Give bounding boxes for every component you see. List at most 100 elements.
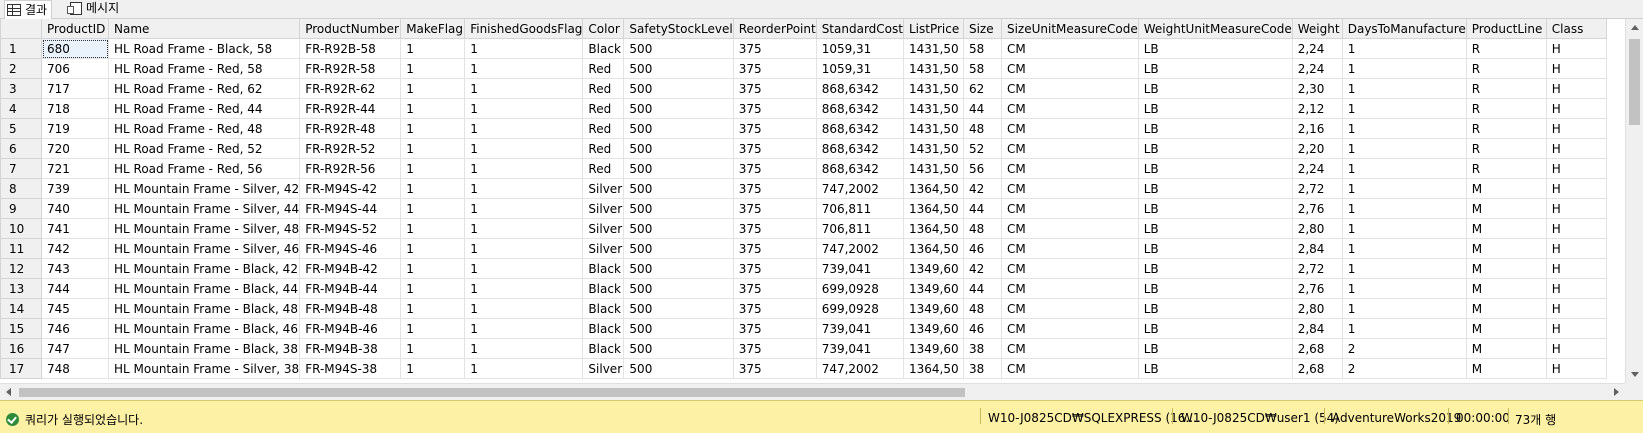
cell-daystomanufacture[interactable]: 1 bbox=[1341, 38, 1467, 59]
cell-size[interactable]: 38 bbox=[962, 358, 1002, 379]
cell-listprice[interactable]: 1431,50 bbox=[902, 158, 964, 179]
cell-listprice[interactable]: 1364,50 bbox=[902, 358, 964, 379]
cell-reorderpoint[interactable]: 375 bbox=[732, 218, 817, 239]
cell-color[interactable]: Red bbox=[582, 158, 625, 179]
cell-reorderpoint[interactable]: 375 bbox=[732, 38, 817, 59]
cell-color[interactable]: Silver bbox=[582, 178, 625, 199]
cell-productid[interactable]: 720 bbox=[41, 138, 109, 159]
cell-weight[interactable]: 2,84 bbox=[1291, 238, 1343, 259]
column-header-finishedgoodsflag[interactable]: FinishedGoodsFlag bbox=[464, 19, 584, 39]
cell-productline[interactable]: M bbox=[1465, 238, 1547, 259]
cell-size[interactable]: 42 bbox=[962, 178, 1002, 199]
cell-reorderpoint[interactable]: 375 bbox=[732, 358, 817, 379]
cell-class[interactable]: H bbox=[1545, 338, 1607, 359]
cell-makeflag[interactable]: 1 bbox=[400, 278, 466, 299]
cell-color[interactable]: Silver bbox=[582, 238, 625, 259]
cell-name[interactable]: HL Road Frame - Red, 52 bbox=[107, 138, 301, 159]
cell-color[interactable]: Silver bbox=[582, 198, 625, 219]
cell-name[interactable]: HL Mountain Frame - Black, 48 bbox=[107, 298, 301, 319]
cell-weightunitmeasurecode[interactable]: LB bbox=[1137, 38, 1293, 59]
cell-listprice[interactable]: 1364,50 bbox=[902, 218, 964, 239]
cell-sizeunitmeasurecode[interactable]: CM bbox=[1000, 278, 1139, 299]
row-number[interactable]: 6 bbox=[0, 138, 42, 159]
horizontal-scrollbar[interactable] bbox=[0, 383, 1625, 401]
cell-standardcost[interactable]: 868,6342 bbox=[815, 118, 904, 139]
cell-sizeunitmeasurecode[interactable]: CM bbox=[1000, 258, 1139, 279]
table-row[interactable]: 4 718 HL Road Frame - Red, 44 FR-R92R-44 1 1 R… bbox=[0, 98, 1607, 119]
cell-productline[interactable]: R bbox=[1465, 78, 1547, 99]
cell-sizeunitmeasurecode[interactable]: CM bbox=[1000, 78, 1139, 99]
cell-reorderpoint[interactable]: 375 bbox=[732, 58, 817, 79]
cell-class[interactable]: H bbox=[1545, 78, 1607, 99]
cell-sizeunitmeasurecode[interactable]: CM bbox=[1000, 118, 1139, 139]
cell-weight[interactable]: 2,24 bbox=[1291, 38, 1343, 59]
cell-size[interactable]: 46 bbox=[962, 318, 1002, 339]
cell-finishedgoodsflag[interactable]: 1 bbox=[464, 238, 584, 259]
row-number[interactable]: 12 bbox=[0, 258, 42, 279]
cell-weightunitmeasurecode[interactable]: LB bbox=[1137, 218, 1293, 239]
horizontal-scroll-thumb[interactable] bbox=[19, 388, 965, 397]
vertical-scrollbar[interactable] bbox=[1625, 19, 1643, 383]
cell-size[interactable]: 62 bbox=[962, 78, 1002, 99]
cell-color[interactable]: Silver bbox=[582, 358, 625, 379]
cell-color[interactable]: Red bbox=[582, 78, 625, 99]
cell-standardcost[interactable]: 739,041 bbox=[815, 258, 904, 279]
cell-reorderpoint[interactable]: 375 bbox=[732, 158, 817, 179]
cell-weightunitmeasurecode[interactable]: LB bbox=[1137, 178, 1293, 199]
cell-safetystocklevel[interactable]: 500 bbox=[623, 78, 734, 99]
cell-weight[interactable]: 2,80 bbox=[1291, 298, 1343, 319]
cell-makeflag[interactable]: 1 bbox=[400, 118, 466, 139]
cell-finishedgoodsflag[interactable]: 1 bbox=[464, 338, 584, 359]
cell-makeflag[interactable]: 1 bbox=[400, 218, 466, 239]
column-header-color[interactable]: Color bbox=[582, 19, 625, 39]
cell-standardcost[interactable]: 868,6342 bbox=[815, 138, 904, 159]
cell-weight[interactable]: 2,80 bbox=[1291, 218, 1343, 239]
column-header-standardcost[interactable]: StandardCost bbox=[815, 19, 904, 39]
cell-productnumber[interactable]: FR-R92R-52 bbox=[299, 138, 402, 159]
cell-daystomanufacture[interactable]: 1 bbox=[1341, 258, 1467, 279]
cell-standardcost[interactable]: 868,6342 bbox=[815, 78, 904, 99]
cell-class[interactable]: H bbox=[1545, 298, 1607, 319]
cell-finishedgoodsflag[interactable]: 1 bbox=[464, 78, 584, 99]
cell-safetystocklevel[interactable]: 500 bbox=[623, 238, 734, 259]
cell-productid[interactable]: 740 bbox=[41, 198, 109, 219]
cell-weightunitmeasurecode[interactable]: LB bbox=[1137, 58, 1293, 79]
cell-class[interactable]: H bbox=[1545, 238, 1607, 259]
cell-reorderpoint[interactable]: 375 bbox=[732, 258, 817, 279]
cell-listprice[interactable]: 1431,50 bbox=[902, 138, 964, 159]
scroll-right-icon[interactable] bbox=[1614, 388, 1619, 396]
cell-listprice[interactable]: 1364,50 bbox=[902, 198, 964, 219]
cell-class[interactable]: H bbox=[1545, 38, 1607, 59]
cell-safetystocklevel[interactable]: 500 bbox=[623, 158, 734, 179]
column-header-weightunitmeasurecode[interactable]: WeightUnitMeasureCode bbox=[1137, 19, 1293, 39]
cell-productline[interactable]: R bbox=[1465, 118, 1547, 139]
cell-productid[interactable]: 741 bbox=[41, 218, 109, 239]
cell-weightunitmeasurecode[interactable]: LB bbox=[1137, 198, 1293, 219]
cell-daystomanufacture[interactable]: 1 bbox=[1341, 238, 1467, 259]
cell-standardcost[interactable]: 747,2002 bbox=[815, 238, 904, 259]
cell-weight[interactable]: 2,76 bbox=[1291, 198, 1343, 219]
cell-standardcost[interactable]: 868,6342 bbox=[815, 98, 904, 119]
table-row[interactable]: 5 719 HL Road Frame - Red, 48 FR-R92R-48 1 1 R… bbox=[0, 118, 1607, 139]
cell-productnumber[interactable]: FR-M94S-38 bbox=[299, 358, 402, 379]
cell-makeflag[interactable]: 1 bbox=[400, 258, 466, 279]
cell-daystomanufacture[interactable]: 2 bbox=[1341, 358, 1467, 379]
column-header-makeflag[interactable]: MakeFlag bbox=[400, 19, 466, 39]
cell-makeflag[interactable]: 1 bbox=[400, 138, 466, 159]
cell-daystomanufacture[interactable]: 1 bbox=[1341, 118, 1467, 139]
cell-productid[interactable]: 739 bbox=[41, 178, 109, 199]
table-row[interactable]: 11 742 HL Mountain Frame - Silver, 46 FR-M9… bbox=[0, 238, 1607, 259]
cell-safetystocklevel[interactable]: 500 bbox=[623, 118, 734, 139]
cell-class[interactable]: H bbox=[1545, 118, 1607, 139]
cell-makeflag[interactable]: 1 bbox=[400, 298, 466, 319]
table-row[interactable]: 12 743 HL Mountain Frame - Black, 42 FR-M94… bbox=[0, 258, 1607, 279]
cell-makeflag[interactable]: 1 bbox=[400, 38, 466, 59]
results-grid[interactable]: ProductID Name ProductNumber MakeFlag Finish… bbox=[0, 19, 1643, 383]
cell-class[interactable]: H bbox=[1545, 318, 1607, 339]
cell-safetystocklevel[interactable]: 500 bbox=[623, 198, 734, 219]
cell-weight[interactable]: 2,72 bbox=[1291, 178, 1343, 199]
vertical-scroll-thumb[interactable] bbox=[1629, 39, 1640, 125]
cell-listprice[interactable]: 1431,50 bbox=[902, 98, 964, 119]
cell-reorderpoint[interactable]: 375 bbox=[732, 178, 817, 199]
cell-productline[interactable]: M bbox=[1465, 278, 1547, 299]
